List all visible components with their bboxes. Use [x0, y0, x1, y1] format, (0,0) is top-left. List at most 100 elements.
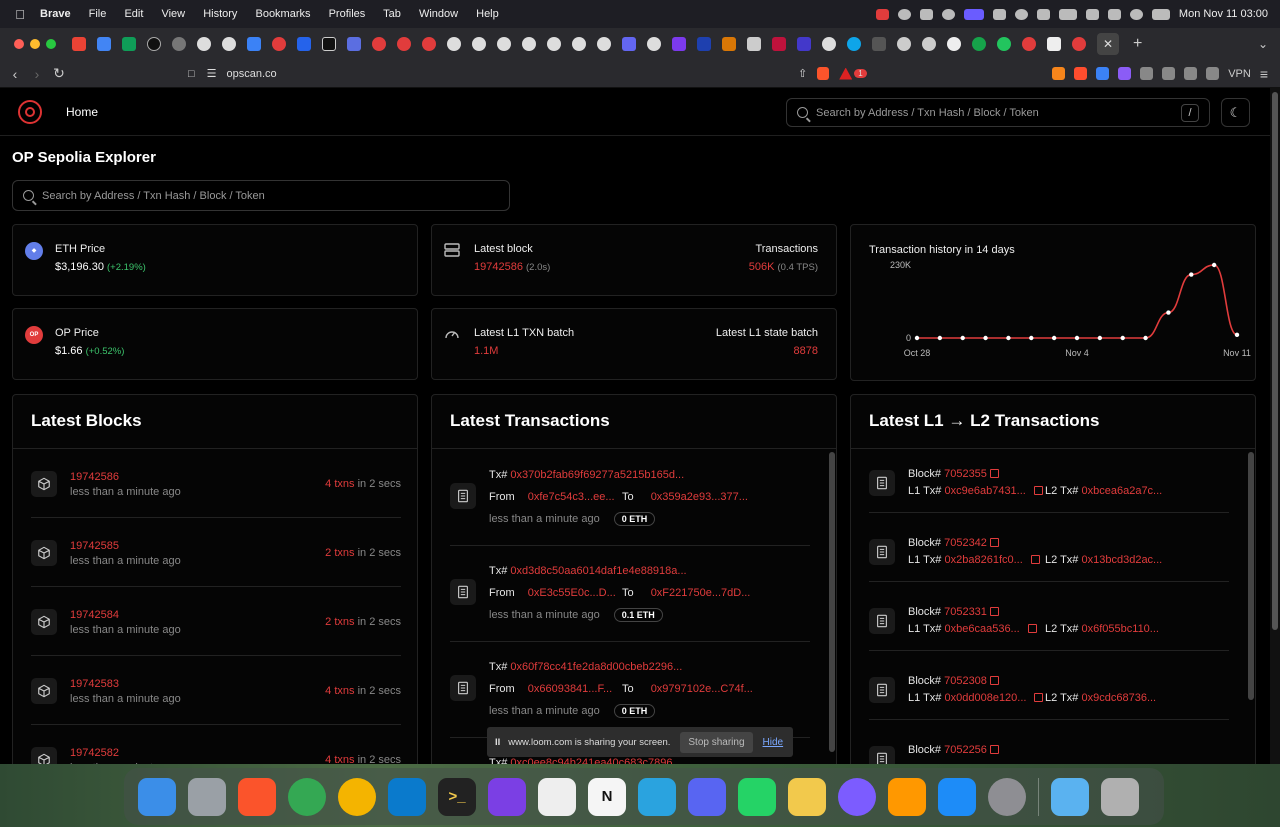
block-txns-link[interactable]: 4 txns	[325, 685, 354, 697]
dock-app-store-icon[interactable]	[938, 777, 976, 816]
tab-app-icon[interactable]	[696, 37, 711, 51]
hamburger-menu-icon[interactable]: ≡	[1260, 66, 1268, 82]
block-txns-link[interactable]: 2 txns	[325, 616, 354, 628]
dock-slack-icon[interactable]	[538, 777, 576, 816]
l1-block-link[interactable]: 7052355	[944, 468, 987, 480]
tab-gmail-icon[interactable]	[71, 37, 86, 51]
data-point[interactable]	[1006, 335, 1011, 341]
data-point[interactable]	[1234, 332, 1240, 338]
site-settings-icon[interactable]: ☰	[207, 67, 217, 80]
dock-cyberduck-icon[interactable]	[788, 777, 826, 816]
page-scrollbar[interactable]	[1270, 88, 1280, 764]
tab-sheets-icon[interactable]	[121, 37, 136, 51]
tab-app-icon[interactable]	[771, 37, 786, 51]
tab-optimism-icon[interactable]	[421, 37, 436, 51]
tx-to-link[interactable]: 0xF221750e...7dD...	[651, 587, 751, 599]
block-txns-link[interactable]: 4 txns	[325, 478, 354, 490]
tab-app-icon[interactable]	[1046, 37, 1061, 51]
external-link-icon[interactable]	[1027, 624, 1037, 633]
tx-to-link[interactable]: 0x9797102e...C74f...	[651, 683, 753, 695]
back-icon[interactable]: ‹	[4, 66, 26, 82]
tab-app-icon[interactable]	[721, 37, 736, 51]
data-point[interactable]	[914, 335, 920, 341]
dock-finder-icon[interactable]	[138, 777, 176, 816]
data-point[interactable]	[1120, 335, 1125, 341]
external-link-icon[interactable]	[989, 469, 999, 478]
reload-icon[interactable]: ↻	[48, 65, 70, 82]
transactions-count[interactable]: 506K	[749, 261, 775, 273]
data-point[interactable]	[1189, 272, 1194, 277]
dock-github-desktop-icon[interactable]	[488, 777, 526, 816]
menu-edit[interactable]: Edit	[124, 8, 143, 20]
dock-chrome-icon[interactable]	[288, 777, 326, 816]
loom-status-icon[interactable]	[897, 8, 911, 20]
menu-window[interactable]: Window	[419, 8, 458, 20]
dock-trash-icon[interactable]	[1101, 777, 1139, 816]
external-link-icon[interactable]	[989, 607, 999, 616]
minimize-window-icon[interactable]	[30, 39, 40, 49]
l1-state-value[interactable]: 8878	[794, 345, 818, 357]
user-icon[interactable]	[1014, 8, 1028, 20]
sidebar-icon[interactable]	[1162, 67, 1176, 80]
tab-optimism-icon[interactable]	[396, 37, 411, 51]
external-link-icon[interactable]	[1034, 693, 1044, 702]
l1-tx-link[interactable]: 0x2ba8261fc0...	[945, 554, 1023, 566]
tx-hash-link[interactable]: 0x60f78cc41fe2da8d00cbeb2296...	[510, 661, 682, 673]
tab-app-icon[interactable]	[346, 37, 361, 51]
dock-whatsapp-icon[interactable]	[738, 777, 776, 816]
tx-from-link[interactable]: 0xfe7c54c3...ee...	[528, 491, 615, 503]
external-link-icon[interactable]	[989, 538, 999, 547]
forward-icon[interactable]: ›	[26, 66, 48, 82]
dock-vscode-icon[interactable]	[388, 777, 426, 816]
tab-github-icon[interactable]	[521, 37, 536, 51]
new-tab-icon[interactable]: +	[1133, 35, 1142, 53]
l1-l2-scrollbar[interactable]	[1248, 452, 1254, 700]
extension-icon[interactable]	[1074, 67, 1088, 80]
l2-tx-link[interactable]: 0x9cdc68736...	[1082, 692, 1157, 704]
tx-hash-link[interactable]: 0xc0ee8c94b241ea40c683c7896...	[510, 757, 681, 764]
menu-app[interactable]: Brave	[40, 8, 71, 20]
tab-optimism-icon[interactable]	[371, 37, 386, 51]
l1-block-link[interactable]: 7052342	[944, 537, 987, 549]
data-point[interactable]	[1166, 310, 1171, 315]
brave-rewards-icon[interactable]	[839, 67, 853, 80]
close-window-icon[interactable]	[14, 39, 24, 49]
leo-ai-icon[interactable]	[1206, 67, 1220, 80]
dock-brave-icon[interactable]	[238, 777, 276, 816]
puzzle-icon[interactable]	[1140, 67, 1154, 80]
active-tab-close-icon[interactable]: ✕	[1097, 33, 1119, 55]
tab-app-icon[interactable]	[621, 37, 636, 51]
opscan-logo-icon[interactable]	[18, 99, 42, 124]
l1-block-link[interactable]: 7052256	[944, 744, 987, 756]
dock-telegram-icon[interactable]	[638, 777, 676, 816]
l2-tx-link[interactable]: 0xbcea6a2a7c...	[1082, 485, 1163, 497]
tab-github-icon[interactable]	[546, 37, 561, 51]
data-point[interactable]	[1211, 262, 1217, 268]
l2-tx-link[interactable]: 0x6f055bc110...	[1082, 623, 1159, 635]
menu-profiles[interactable]: Profiles	[329, 8, 366, 20]
dock-notion-icon[interactable]: N	[588, 777, 626, 816]
tx-from-link[interactable]: 0x66093841...F...	[528, 683, 612, 695]
hide-banner-link[interactable]: Hide	[763, 737, 784, 748]
clock-icon[interactable]	[941, 8, 955, 20]
tab-github-icon[interactable]	[496, 37, 511, 51]
tab-n-icon[interactable]	[146, 37, 161, 51]
battery-icon[interactable]	[1058, 8, 1077, 20]
zoom-window-icon[interactable]	[46, 39, 56, 49]
vpn-button[interactable]: VPN	[1228, 68, 1251, 80]
tab-globe-icon[interactable]	[171, 37, 186, 51]
block-number-link[interactable]: 19742585	[70, 540, 119, 552]
l1-tx-link[interactable]: 0x0dd008e120...	[945, 692, 1027, 704]
menu-view[interactable]: View	[161, 8, 185, 20]
tab-github-icon[interactable]	[471, 37, 486, 51]
menu-history[interactable]: History	[203, 8, 237, 20]
menu-tab[interactable]: Tab	[383, 8, 401, 20]
tab-app-icon[interactable]	[871, 37, 886, 51]
tab-x-icon[interactable]	[321, 37, 336, 51]
tx-hash-link[interactable]: 0x370b2fab69f69277a5215b165d...	[510, 469, 684, 481]
l1-block-link[interactable]: 7052331	[944, 606, 987, 618]
main-search-input[interactable]: Search by Address / Txn Hash / Block / T…	[12, 180, 510, 211]
data-point[interactable]	[1097, 335, 1103, 341]
bookmark-icon[interactable]: □	[188, 68, 195, 80]
notion-status-icon[interactable]	[992, 8, 1006, 20]
